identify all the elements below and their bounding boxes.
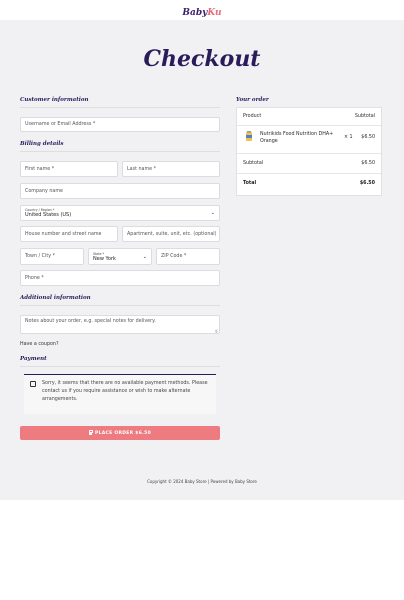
divider — [20, 305, 220, 306]
last-name-input[interactable]: Last name * — [122, 161, 220, 177]
divider — [20, 107, 220, 108]
subtotal-label: Subtotal — [243, 161, 264, 166]
city-placeholder: Town / City * — [25, 254, 56, 259]
customer-info-heading: Customer information — [20, 97, 89, 103]
item-name-line1: Nutrikids Food Nutrition DHA+ — [260, 132, 334, 137]
city-input[interactable]: Town / City * — [20, 248, 84, 265]
address-line1-input[interactable]: House number and street name — [20, 226, 118, 242]
product-column-header: Product — [243, 114, 262, 119]
notes-placeholder: Notes about your order, e.g. special not… — [25, 319, 156, 324]
page-title: Checkout — [143, 46, 261, 72]
billing-details-heading: Billing details — [20, 141, 64, 147]
country-select[interactable]: Country / Region * United States (US) ⌄ — [20, 205, 220, 221]
subtotal-row: Subtotal $6.50 — [237, 154, 381, 174]
last-name-placeholder: Last name * — [127, 166, 157, 172]
company-placeholder: Company name — [25, 188, 63, 194]
order-item-qty: × 1 — [344, 135, 353, 140]
product-thumbnail — [246, 131, 252, 141]
order-item-name: Nutrikids Food Nutrition DHA+ Orange — [260, 131, 333, 145]
state-value: New York — [93, 255, 116, 262]
subtotal-value: $6.50 — [361, 161, 375, 166]
info-icon — [30, 381, 36, 387]
total-label: Total — [243, 181, 257, 186]
chevron-down-icon: ⌄ — [142, 253, 147, 260]
place-order-label: PLACE ORDER $6.50 — [94, 430, 152, 436]
subtotal-column-header: Subtotal — [354, 114, 375, 119]
site-header: BabyKu — [0, 0, 404, 20]
lock-icon — [88, 430, 94, 435]
chevron-down-icon: ⌄ — [210, 210, 215, 216]
order-table-header: Product Subtotal — [237, 108, 381, 126]
address2-placeholder: Apartment, suite, unit, etc. (optional) — [127, 231, 217, 237]
state-select[interactable]: State * New York ⌄ — [88, 248, 152, 265]
first-name-input[interactable]: First name * — [20, 161, 118, 177]
checkout-page: Checkout Customer information Username o… — [0, 20, 404, 500]
zip-placeholder: ZIP Code * — [161, 254, 187, 259]
brand-name-part2: Ku — [207, 8, 222, 18]
place-order-button[interactable]: PLACE ORDER $6.50 — [20, 426, 220, 440]
order-notes-textarea[interactable]: Notes about your order, e.g. special not… — [20, 315, 220, 334]
username-placeholder: Username or Email Address * — [25, 122, 96, 127]
payment-heading: Payment — [20, 356, 47, 362]
additional-info-heading: Additional information — [20, 295, 91, 301]
payment-notice-text: Sorry, it seems that there are no availa… — [42, 381, 208, 402]
brand-logo[interactable]: BabyKu — [182, 8, 221, 18]
order-item-price: $6.50 — [361, 135, 375, 140]
resize-handle-icon[interactable]: ⋨ — [215, 328, 218, 333]
item-name-line2: Orange — [260, 139, 278, 144]
order-summary-table: Product Subtotal Nutrikids Food Nutritio… — [236, 107, 382, 196]
payment-notice: Sorry, it seems that there are no availa… — [24, 374, 216, 414]
coupon-link[interactable]: Have a coupon? — [20, 342, 59, 347]
total-row: Total $6.50 — [237, 174, 381, 195]
site-footer: Copyright © 2024 Baby Store | Powered by… — [147, 479, 257, 484]
zip-code-input[interactable]: ZIP Code * — [156, 248, 220, 265]
total-value: $6.50 — [359, 181, 375, 186]
phone-input[interactable]: Phone * — [20, 270, 220, 286]
country-value: United States (US) — [25, 212, 72, 218]
address-line2-input[interactable]: Apartment, suite, unit, etc. (optional) — [122, 226, 220, 242]
brand-name-part1: Baby — [182, 8, 208, 18]
your-order-heading: Your order — [236, 97, 269, 103]
company-name-input[interactable]: Company name — [20, 183, 220, 199]
username-email-input[interactable]: Username or Email Address * — [20, 117, 220, 132]
address1-placeholder: House number and street name — [25, 231, 102, 237]
order-item-row: Nutrikids Food Nutrition DHA+ Orange × 1… — [237, 126, 381, 154]
first-name-placeholder: First name * — [25, 166, 55, 172]
divider — [20, 151, 220, 152]
divider — [20, 366, 220, 367]
phone-placeholder: Phone * — [25, 275, 44, 281]
